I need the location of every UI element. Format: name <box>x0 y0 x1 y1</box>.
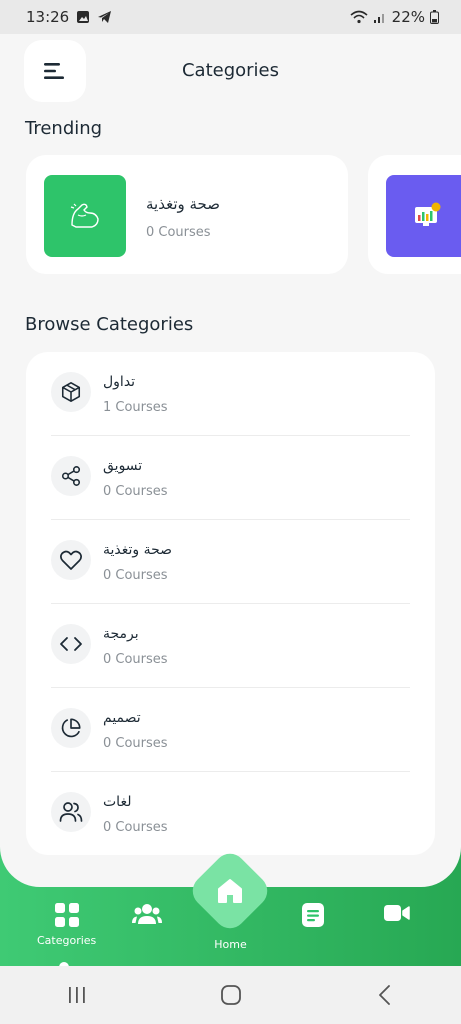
category-count: 1 Courses <box>103 400 168 415</box>
back-icon[interactable] <box>375 984 395 1006</box>
category-count: 0 Courses <box>103 484 168 499</box>
nav-community[interactable] <box>132 902 162 926</box>
telegram-icon <box>98 11 112 23</box>
category-row[interactable]: تداول 1 Courses <box>51 352 410 436</box>
pie-chart-icon <box>51 708 91 748</box>
category-count: 0 Courses <box>103 736 168 751</box>
wifi-icon <box>350 10 368 24</box>
trending-count: 0 Courses <box>146 225 211 240</box>
trending-name: صحة وتغذية <box>146 195 220 213</box>
status-left: 13:26 <box>26 8 112 26</box>
category-name: تداول <box>103 374 136 390</box>
category-count: 0 Courses <box>103 652 168 667</box>
status-right: 22% <box>350 8 439 26</box>
trending-title: Trending <box>25 118 103 139</box>
battery-percent: 22% <box>391 8 425 26</box>
status-time: 13:26 <box>26 8 70 26</box>
trending-thumbnail <box>44 175 126 257</box>
box-icon <box>51 372 91 412</box>
category-list: تداول 1 Courses تسويق 0 Courses صحة وتغذ… <box>26 352 435 855</box>
category-row[interactable]: برمجة 0 Courses <box>51 604 410 688</box>
main-sheet: Categories Trending صحة وتغذية 0 Courses… <box>0 34 461 887</box>
page-title: Categories <box>181 60 280 81</box>
trending-thumbnail <box>386 175 461 257</box>
category-row[interactable]: تسويق 0 Courses <box>51 436 410 520</box>
system-nav-bar <box>0 966 461 1024</box>
share-icon <box>51 456 91 496</box>
group-icon <box>132 904 162 924</box>
users-icon <box>51 792 91 832</box>
category-count: 0 Courses <box>103 820 168 835</box>
muscle-icon <box>70 203 99 228</box>
battery-icon <box>430 10 439 24</box>
home-icon <box>218 879 242 903</box>
heart-icon <box>51 540 91 580</box>
trending-card[interactable] <box>368 155 461 274</box>
home-system-icon[interactable] <box>220 984 242 1006</box>
header: Categories <box>0 38 461 102</box>
code-icon <box>51 624 91 664</box>
category-count: 0 Courses <box>103 568 168 583</box>
category-row[interactable]: تصميم 0 Courses <box>51 688 410 772</box>
category-name: صحة وتغذية <box>103 542 173 558</box>
category-name: برمجة <box>103 626 139 642</box>
nav-notes[interactable] <box>301 902 325 928</box>
recent-apps-icon[interactable] <box>66 985 88 1005</box>
grid-icon <box>54 903 79 927</box>
trading-screen-icon <box>415 202 441 226</box>
category-name: لغات <box>103 794 132 810</box>
document-icon <box>302 903 324 927</box>
nav-video[interactable] <box>383 902 411 924</box>
category-row[interactable]: صحة وتغذية 0 Courses <box>51 520 410 604</box>
trending-card[interactable]: صحة وتغذية 0 Courses <box>26 155 348 274</box>
browse-title: Browse Categories <box>25 314 194 335</box>
signal-icon <box>373 14 384 23</box>
category-row[interactable]: لغات 0 Courses <box>51 772 410 856</box>
nav-home-label: Home <box>214 938 247 951</box>
category-name: تسويق <box>103 458 143 474</box>
status-bar: 13:26 22% <box>0 0 461 34</box>
gallery-icon <box>77 11 90 23</box>
video-camera-icon <box>384 905 410 921</box>
category-name: تصميم <box>103 710 141 726</box>
